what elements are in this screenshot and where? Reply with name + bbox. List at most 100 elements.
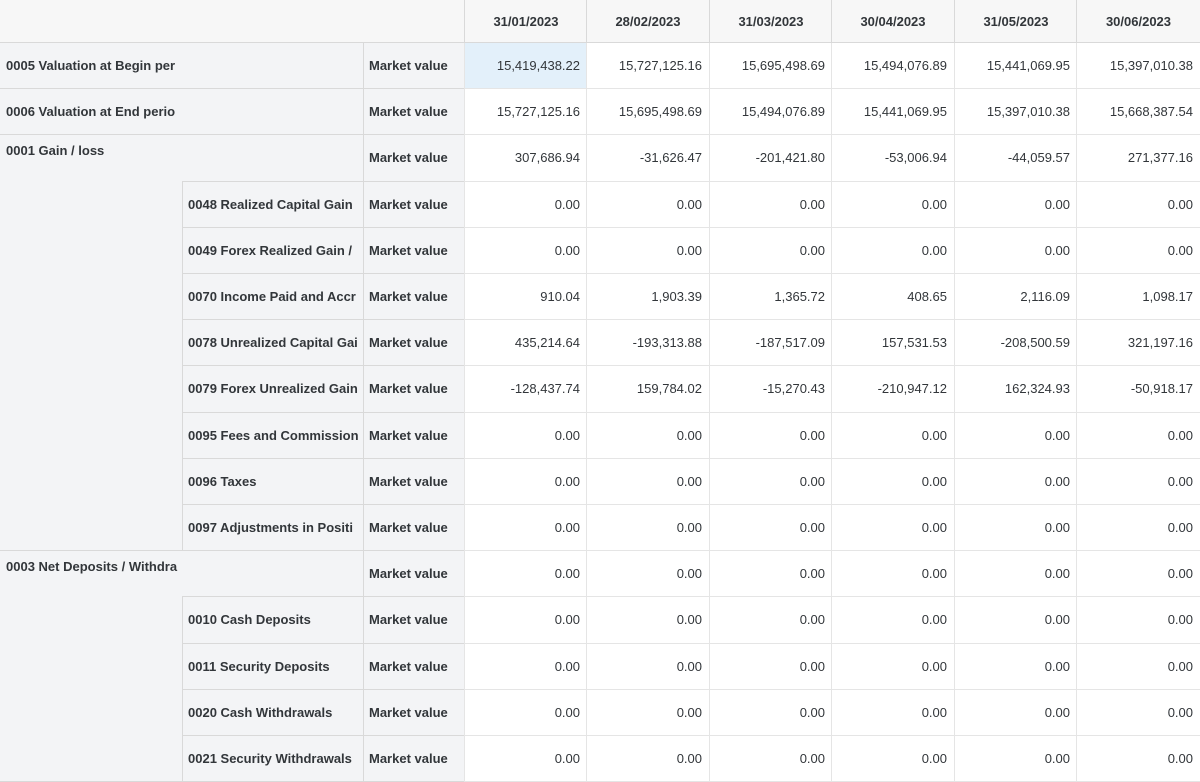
value-cell[interactable]: 15,441,069.95 (831, 89, 954, 136)
row-item-label[interactable] (182, 135, 363, 182)
value-cell[interactable]: 0.00 (954, 181, 1077, 228)
value-cell[interactable]: 15,695,498.69 (586, 89, 709, 136)
value-cell[interactable]: 0.00 (954, 689, 1077, 736)
value-cell[interactable]: 307,686.94 (464, 135, 587, 182)
value-cell[interactable]: 0.00 (1076, 505, 1200, 552)
column-header-date[interactable]: 28/02/2023 (586, 0, 709, 43)
value-cell[interactable]: 0.00 (954, 412, 1077, 459)
row-item-label[interactable]: 0097 Adjustments in Positi (182, 505, 363, 552)
value-cell[interactable]: 0.00 (586, 227, 709, 274)
value-cell[interactable]: 0.00 (464, 689, 587, 736)
value-cell[interactable]: -201,421.80 (709, 135, 832, 182)
row-item-label[interactable] (182, 43, 363, 90)
column-header-date[interactable]: 31/03/2023 (709, 0, 832, 43)
row-item-label[interactable]: 0048 Realized Capital Gain (182, 181, 363, 228)
value-cell[interactable]: 0.00 (586, 689, 709, 736)
value-cell[interactable]: 910.04 (464, 274, 587, 321)
value-cell[interactable]: 0.00 (464, 458, 587, 505)
value-cell[interactable]: 15,397,010.38 (1076, 43, 1200, 90)
value-cell[interactable]: 0.00 (954, 505, 1077, 552)
row-group-label[interactable]: 0006 Valuation at End perio (0, 89, 182, 136)
value-cell[interactable]: -208,500.59 (954, 320, 1077, 367)
row-item-label[interactable]: 0020 Cash Withdrawals (182, 689, 363, 736)
value-cell[interactable]: 0.00 (831, 505, 954, 552)
row-item-label[interactable]: 0095 Fees and Commission (182, 412, 363, 459)
value-cell[interactable]: 271,377.16 (1076, 135, 1200, 182)
row-group-label[interactable]: 0001 Gain / loss (0, 135, 182, 552)
value-cell[interactable]: 0.00 (464, 736, 587, 782)
value-cell[interactable]: 0.00 (464, 412, 587, 459)
value-cell[interactable]: 0.00 (954, 643, 1077, 690)
row-group-label[interactable]: 0005 Valuation at Begin per (0, 43, 182, 90)
value-cell[interactable]: 408.65 (831, 274, 954, 321)
value-cell[interactable]: 15,494,076.89 (831, 43, 954, 90)
value-cell[interactable]: 0.00 (831, 551, 954, 598)
value-cell[interactable]: 0.00 (464, 505, 587, 552)
value-cell[interactable]: 0.00 (709, 458, 832, 505)
value-cell[interactable]: -44,059.57 (954, 135, 1077, 182)
row-item-label[interactable] (182, 89, 363, 136)
value-cell[interactable]: 0.00 (709, 643, 832, 690)
value-cell[interactable]: 0.00 (586, 597, 709, 644)
value-cell[interactable]: 0.00 (1076, 551, 1200, 598)
row-group-label[interactable]: 0003 Net Deposits / Withdra (0, 551, 182, 782)
value-cell[interactable]: 0.00 (709, 505, 832, 552)
value-cell[interactable]: 15,441,069.95 (954, 43, 1077, 90)
column-header-date[interactable]: 30/06/2023 (1076, 0, 1200, 43)
value-cell[interactable]: 0.00 (831, 181, 954, 228)
value-cell[interactable]: 15,419,438.22 (464, 43, 587, 90)
value-cell[interactable]: 0.00 (464, 597, 587, 644)
value-cell[interactable]: 0.00 (831, 643, 954, 690)
row-item-label[interactable]: 0096 Taxes (182, 458, 363, 505)
value-cell[interactable]: 0.00 (831, 227, 954, 274)
value-cell[interactable]: 0.00 (831, 597, 954, 644)
value-cell[interactable]: 321,197.16 (1076, 320, 1200, 367)
value-cell[interactable]: 0.00 (1076, 458, 1200, 505)
value-cell[interactable]: 0.00 (831, 736, 954, 782)
value-cell[interactable]: 0.00 (586, 458, 709, 505)
value-cell[interactable]: 0.00 (709, 736, 832, 782)
value-cell[interactable]: 0.00 (464, 643, 587, 690)
value-cell[interactable]: 435,214.64 (464, 320, 587, 367)
value-cell[interactable]: -210,947.12 (831, 366, 954, 413)
value-cell[interactable]: -53,006.94 (831, 135, 954, 182)
value-cell[interactable]: 15,494,076.89 (709, 89, 832, 136)
row-item-label[interactable]: 0070 Income Paid and Accr (182, 274, 363, 321)
value-cell[interactable]: 0.00 (1076, 736, 1200, 782)
value-cell[interactable]: -128,437.74 (464, 366, 587, 413)
value-cell[interactable]: 0.00 (831, 689, 954, 736)
value-cell[interactable]: 0.00 (464, 551, 587, 598)
value-cell[interactable]: 0.00 (709, 597, 832, 644)
value-cell[interactable]: 0.00 (954, 736, 1077, 782)
value-cell[interactable]: 0.00 (586, 551, 709, 598)
value-cell[interactable]: 15,727,125.16 (586, 43, 709, 90)
value-cell[interactable]: 1,903.39 (586, 274, 709, 321)
value-cell[interactable]: 0.00 (1076, 597, 1200, 644)
value-cell[interactable]: 0.00 (709, 689, 832, 736)
value-cell[interactable]: 0.00 (709, 227, 832, 274)
value-cell[interactable]: 0.00 (1076, 412, 1200, 459)
row-item-label[interactable]: 0049 Forex Realized Gain / (182, 227, 363, 274)
value-cell[interactable]: 0.00 (1076, 689, 1200, 736)
value-cell[interactable]: 1,098.17 (1076, 274, 1200, 321)
value-cell[interactable]: 15,668,387.54 (1076, 89, 1200, 136)
value-cell[interactable]: 0.00 (954, 458, 1077, 505)
value-cell[interactable]: 15,695,498.69 (709, 43, 832, 90)
value-cell[interactable]: 0.00 (1076, 181, 1200, 228)
value-cell[interactable]: -15,270.43 (709, 366, 832, 413)
value-cell[interactable]: 0.00 (464, 181, 587, 228)
value-cell[interactable]: 0.00 (586, 181, 709, 228)
row-item-label[interactable]: 0078 Unrealized Capital Gai (182, 320, 363, 367)
value-cell[interactable]: 0.00 (586, 643, 709, 690)
value-cell[interactable]: 0.00 (464, 227, 587, 274)
value-cell[interactable]: 2,116.09 (954, 274, 1077, 321)
value-cell[interactable]: -50,918.17 (1076, 366, 1200, 413)
value-cell[interactable]: 0.00 (954, 597, 1077, 644)
value-cell[interactable]: 162,324.93 (954, 366, 1077, 413)
value-cell[interactable]: 0.00 (831, 458, 954, 505)
value-cell[interactable]: 0.00 (831, 412, 954, 459)
row-item-label[interactable]: 0010 Cash Deposits (182, 597, 363, 644)
column-header-date[interactable]: 31/01/2023 (464, 0, 587, 43)
value-cell[interactable]: 0.00 (1076, 643, 1200, 690)
row-item-label[interactable]: 0079 Forex Unrealized Gain (182, 366, 363, 413)
